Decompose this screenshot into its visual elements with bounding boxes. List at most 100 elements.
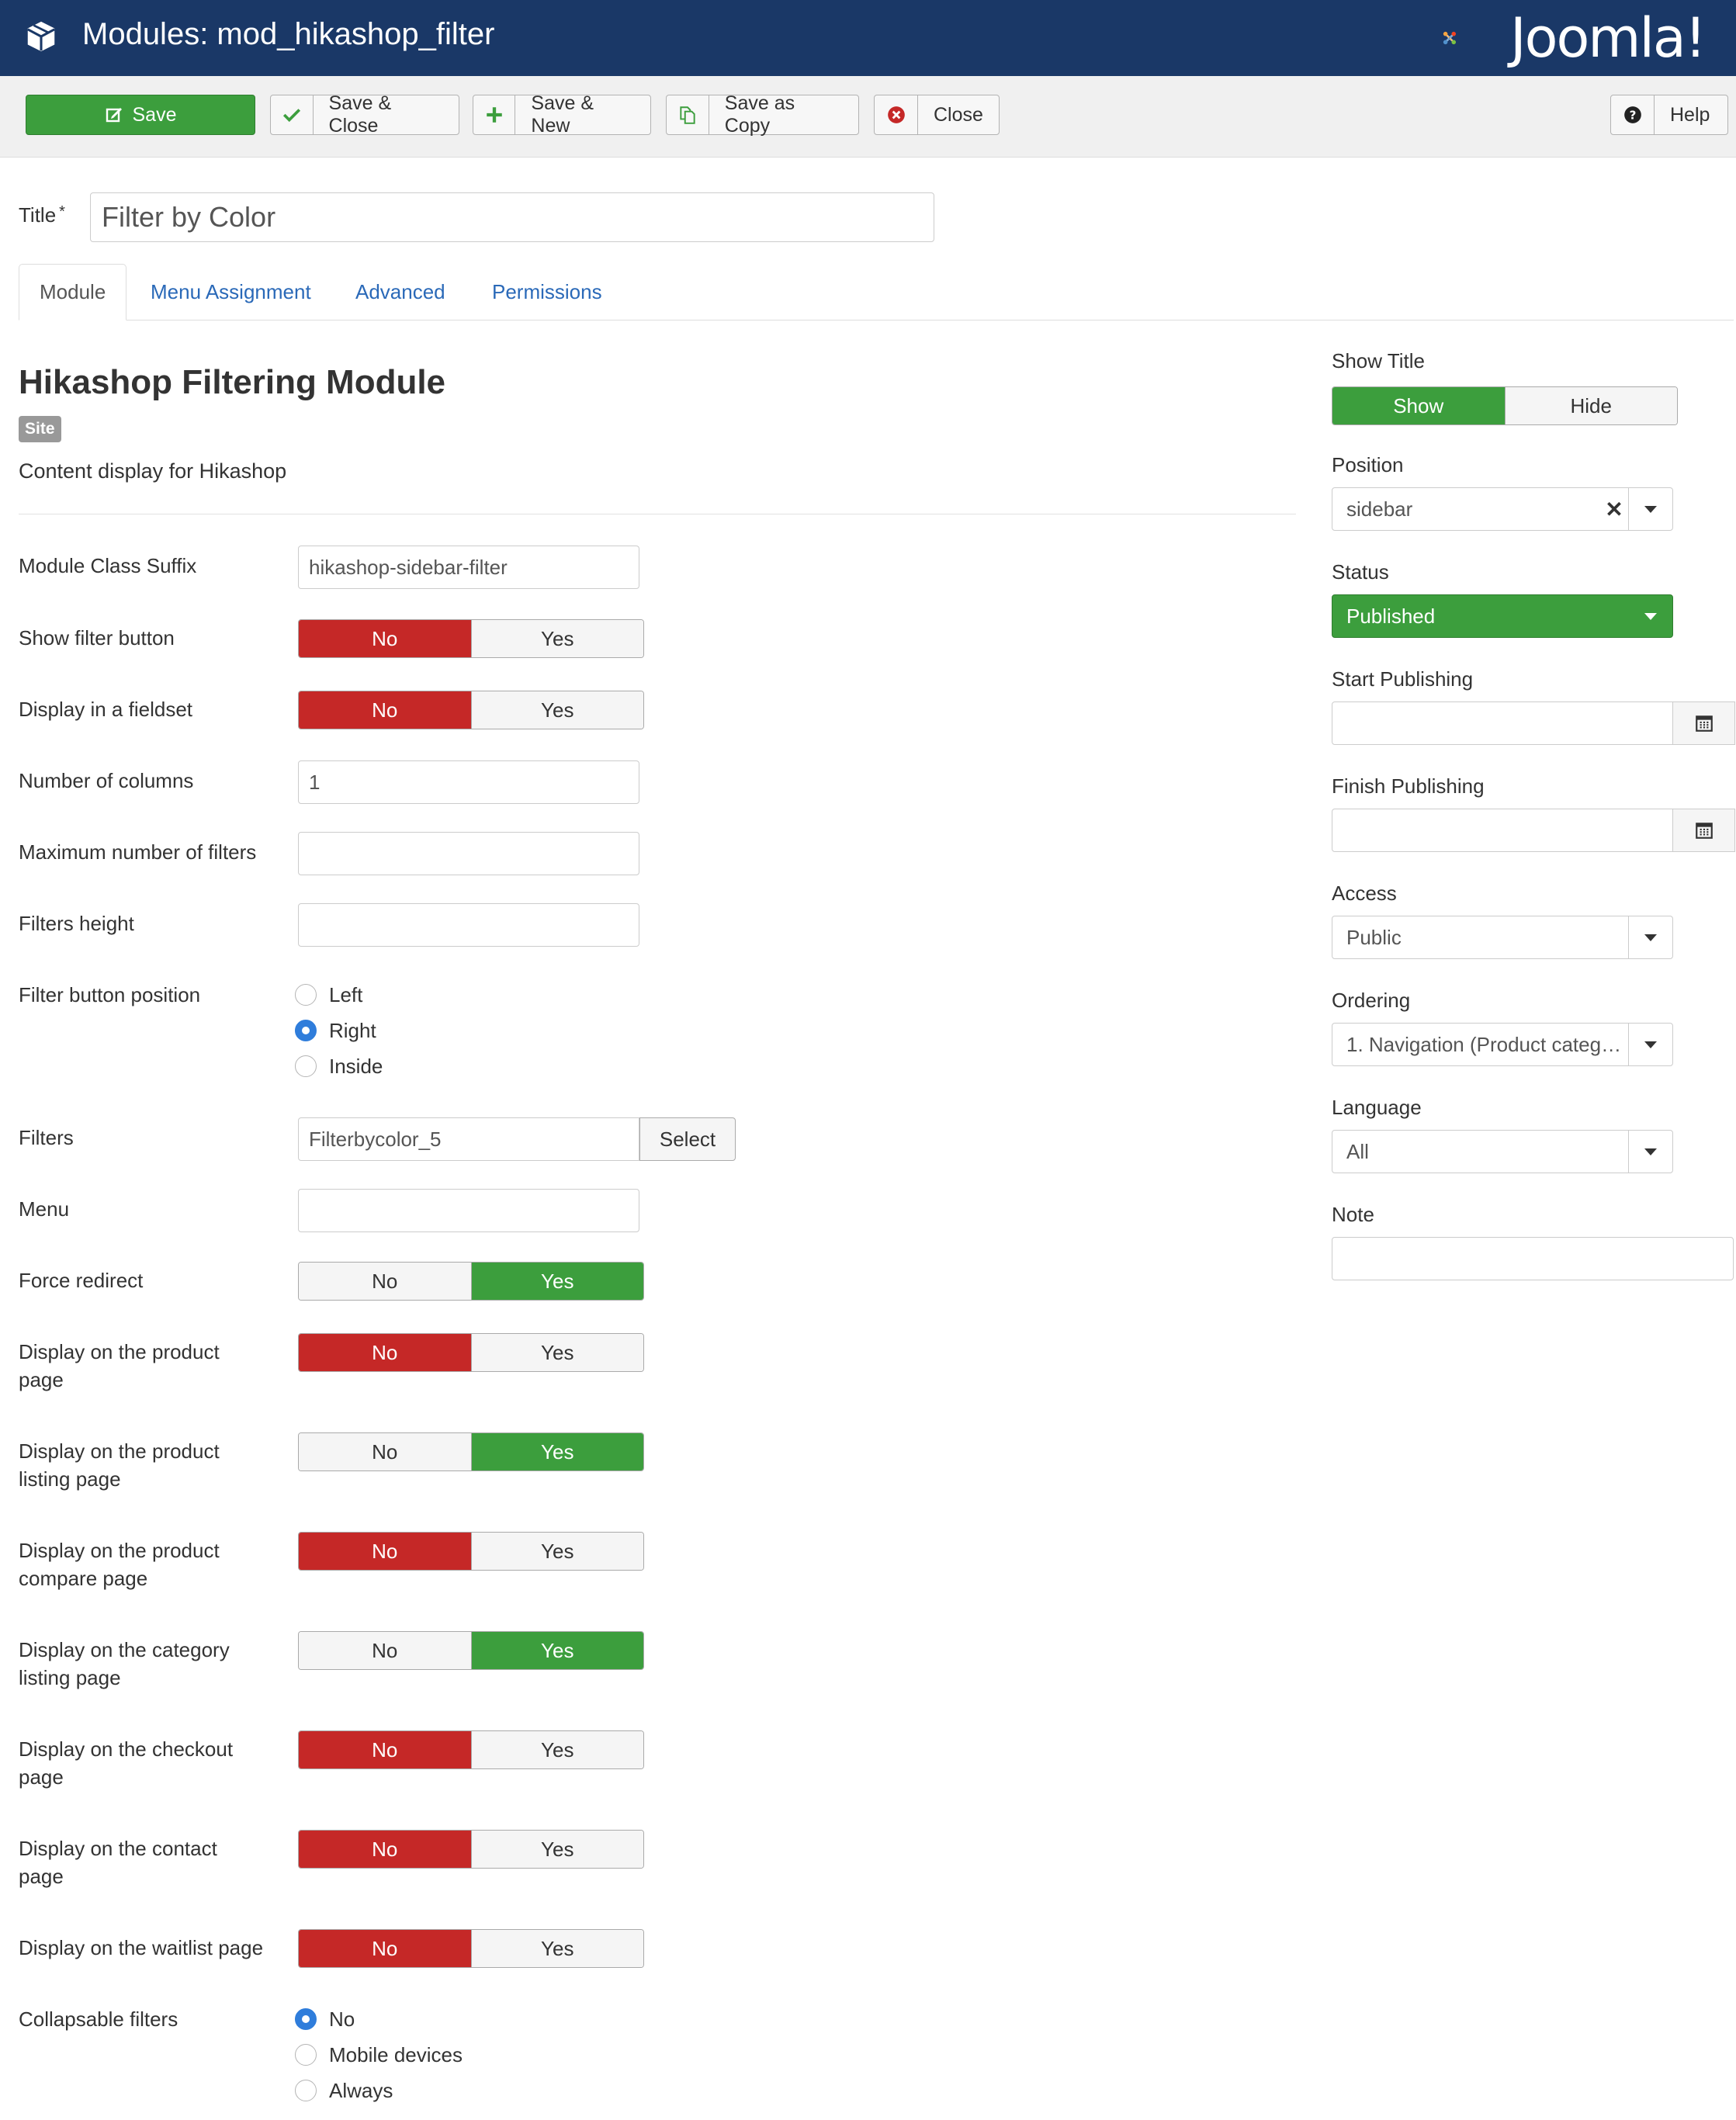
category-listing-toggle[interactable]: No Yes (298, 1631, 644, 1670)
chevron-down-icon (1628, 916, 1672, 958)
module-description: Content display for Hikashop (19, 459, 287, 483)
radio-inside[interactable]: Inside (295, 1051, 383, 1082)
note-input[interactable] (1332, 1237, 1734, 1280)
finish-publishing-label: Finish Publishing (1332, 774, 1485, 798)
force-redirect-toggle[interactable]: No Yes (298, 1262, 644, 1301)
save-close-button[interactable]: Save & Close (270, 92, 459, 137)
chevron-down-icon[interactable] (1628, 488, 1672, 530)
display-fieldset-toggle[interactable]: No Yes (298, 691, 644, 729)
radio-circle[interactable] (295, 2080, 317, 2101)
site-badge: Site (19, 416, 61, 442)
toggle-hide[interactable]: Hide (1504, 387, 1677, 424)
toggle-yes[interactable]: Yes (470, 1263, 643, 1300)
product-listing-toggle[interactable]: No Yes (298, 1432, 644, 1471)
toolbar: Save Save & Close Save & New Save as Cop… (0, 76, 1736, 158)
toggle-no[interactable]: No (299, 620, 471, 657)
filters-height-input[interactable] (298, 903, 639, 947)
radio-circle[interactable] (295, 984, 317, 1006)
class-suffix-label: Module Class Suffix (19, 554, 197, 577)
filters-select-button[interactable]: Select (639, 1117, 736, 1161)
toggle-no[interactable]: No (299, 1632, 471, 1669)
toggle-no[interactable]: No (299, 1533, 471, 1570)
toggle-no[interactable]: No (299, 1731, 471, 1768)
waitlist-page-toggle[interactable]: No Yes (298, 1929, 644, 1968)
save-copy-button[interactable]: Save as Copy (666, 92, 859, 137)
show-title-toggle[interactable]: Show Hide (1332, 386, 1678, 425)
num-columns-input[interactable]: 1 (298, 760, 639, 804)
radio-circle[interactable] (295, 2008, 317, 2030)
tab-menu-assignment[interactable]: Menu Assignment (130, 264, 331, 320)
contact-page-toggle[interactable]: No Yes (298, 1830, 644, 1869)
radio-left[interactable]: Left (295, 979, 362, 1010)
checkout-page-toggle[interactable]: No Yes (298, 1730, 644, 1769)
save-button[interactable]: Save (26, 95, 255, 135)
close-button[interactable]: Close (874, 95, 1000, 135)
toggle-no[interactable]: No (299, 691, 471, 729)
clear-icon[interactable]: ✕ (1600, 497, 1628, 522)
max-filters-label: Maximum number of filters (19, 840, 257, 864)
toggle-no[interactable]: No (299, 1433, 471, 1470)
chevron-down-icon (1629, 595, 1672, 637)
svg-text:?: ? (1629, 108, 1636, 122)
tab-module[interactable]: Module (19, 264, 127, 320)
help-icon: ? (1611, 95, 1655, 134)
status-select[interactable]: Published (1332, 594, 1673, 638)
radio-circle[interactable] (295, 1055, 317, 1077)
product-listing-label: Display on the product listing page (19, 1439, 220, 1491)
toggle-yes[interactable]: Yes (470, 620, 643, 657)
radio-collapse-mobile[interactable]: Mobile devices (295, 2039, 463, 2070)
product-compare-label: Display on the product compare page (19, 1539, 220, 1590)
save-new-button[interactable]: Save & New (473, 92, 651, 137)
show-filter-button-label: Show filter button (19, 626, 175, 650)
joomla-wordmark: Joomla! (1510, 6, 1707, 70)
tab-permissions[interactable]: Permissions (472, 264, 622, 320)
toggle-yes[interactable]: Yes (470, 1632, 643, 1669)
filters-input[interactable]: Filterbycolor_5 (298, 1117, 639, 1161)
tab-advanced[interactable]: Advanced (335, 264, 466, 320)
check-icon (271, 95, 314, 134)
radio-circle[interactable] (295, 2044, 317, 2066)
toggle-yes[interactable]: Yes (470, 1731, 643, 1768)
chevron-down-icon (1628, 1131, 1672, 1173)
toggle-yes[interactable]: Yes (470, 1930, 643, 1967)
start-publishing-field (1332, 701, 1735, 745)
plus-icon (473, 95, 516, 134)
toggle-no[interactable]: No (299, 1263, 471, 1300)
toggle-yes[interactable]: Yes (470, 1831, 643, 1868)
note-label: Note (1332, 1203, 1374, 1226)
toggle-show[interactable]: Show (1332, 387, 1505, 424)
category-listing-label: Display on the category listing page (19, 1638, 230, 1689)
filter-button-position-label: Filter button position (19, 983, 201, 1006)
max-filters-input[interactable] (298, 832, 639, 875)
radio-right[interactable]: Right (295, 1015, 376, 1046)
title-input[interactable]: Filter by Color (90, 192, 934, 242)
product-compare-toggle[interactable]: No Yes (298, 1532, 644, 1571)
product-page-toggle[interactable]: No Yes (298, 1333, 644, 1372)
radio-collapse-always[interactable]: Always (295, 2075, 393, 2106)
radio-collapse-no[interactable]: No (295, 2004, 355, 2035)
start-publishing-input[interactable] (1332, 701, 1673, 745)
filters-label: Filters (19, 1126, 74, 1149)
language-select[interactable]: All (1332, 1130, 1673, 1173)
toggle-no[interactable]: No (299, 1831, 471, 1868)
show-filter-button-toggle[interactable]: No Yes (298, 619, 644, 658)
calendar-icon[interactable] (1673, 809, 1735, 852)
title-label: Title * (19, 203, 65, 227)
toggle-yes[interactable]: Yes (470, 1533, 643, 1570)
menu-input[interactable] (298, 1189, 639, 1232)
toggle-yes[interactable]: Yes (470, 691, 643, 729)
toggle-no[interactable]: No (299, 1930, 471, 1967)
access-select[interactable]: Public (1332, 916, 1673, 959)
chevron-down-icon (1628, 1024, 1672, 1065)
radio-circle[interactable] (295, 1020, 317, 1041)
finish-publishing-input[interactable] (1332, 809, 1673, 852)
toggle-no[interactable]: No (299, 1334, 471, 1371)
calendar-icon[interactable] (1673, 701, 1735, 745)
toggle-yes[interactable]: Yes (470, 1433, 643, 1470)
position-select[interactable]: sidebar ✕ (1332, 487, 1673, 531)
toggle-yes[interactable]: Yes (470, 1334, 643, 1371)
ordering-select[interactable]: 1. Navigation (Product categ… (1332, 1023, 1673, 1066)
module-cube-icon (27, 21, 55, 52)
help-button[interactable]: ? Help (1610, 95, 1728, 135)
class-suffix-input[interactable]: hikashop-sidebar-filter (298, 546, 639, 589)
